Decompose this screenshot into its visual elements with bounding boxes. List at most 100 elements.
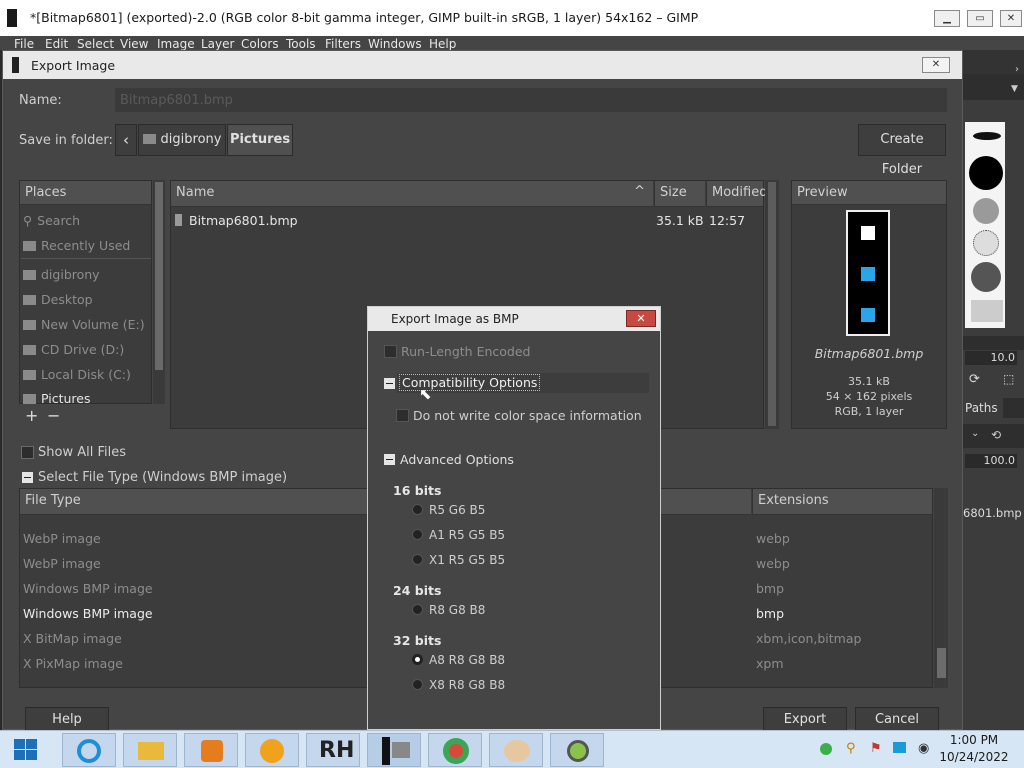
no-color-space-label[interactable]: Do not write color space information: [413, 408, 642, 423]
place-pictures[interactable]: Pictures: [23, 391, 91, 406]
run-length-label[interactable]: Run-Length Encoded: [401, 344, 530, 359]
menu-view[interactable]: View: [120, 37, 148, 51]
color-app-icon[interactable]: [550, 733, 604, 767]
create-folder-button[interactable]: Create Folder: [858, 124, 946, 177]
filetype-row[interactable]: Windows BMP image: [23, 581, 153, 596]
filetype-scrollbar[interactable]: [934, 488, 948, 688]
export-dialog-close-button[interactable]: ✕: [922, 57, 950, 73]
start-button[interactable]: [14, 739, 38, 761]
expander-minus-icon[interactable]: [22, 472, 33, 483]
refresh-icon[interactable]: ⬚: [1003, 372, 1014, 386]
expander-minus-icon[interactable]: [384, 454, 395, 465]
radio-x1r5g5b5[interactable]: [412, 554, 423, 565]
radio-r8g8b8-label[interactable]: R8 G8 B8: [429, 603, 485, 617]
maximize-button[interactable]: ▭: [967, 10, 993, 27]
search-tray-icon[interactable]: ⚲: [846, 741, 856, 756]
chevron-down-icon[interactable]: ⌄: [971, 428, 979, 439]
remove-bookmark-icon[interactable]: −: [47, 406, 60, 425]
radio-r5g6b5-label[interactable]: R5 G6 B5: [429, 503, 485, 517]
filetype-row[interactable]: X PixMap image: [23, 656, 123, 671]
back-arrow-button[interactable]: ‹: [115, 124, 137, 156]
menu-edit[interactable]: Edit: [45, 37, 68, 51]
media-player-icon[interactable]: [184, 733, 238, 767]
expander-minus-icon[interactable]: [384, 378, 395, 389]
export-button[interactable]: Export: [763, 707, 847, 731]
place-desktop[interactable]: Desktop: [23, 292, 93, 307]
filetype-row[interactable]: WebP image: [23, 556, 101, 571]
menu-file[interactable]: File: [14, 37, 34, 51]
drive-icon: [23, 370, 36, 380]
places-scrollbar[interactable]: [153, 180, 165, 404]
help-button[interactable]: Help: [25, 707, 109, 731]
filetype-row[interactable]: WebP image: [23, 531, 101, 546]
chevron-down-icon[interactable]: ▼: [1011, 84, 1018, 94]
resource-hacker-icon[interactable]: RH: [306, 733, 360, 767]
run-length-checkbox[interactable]: [384, 345, 397, 358]
file-row[interactable]: Bitmap6801.bmp: [175, 213, 298, 228]
search-icon: ⚲: [23, 213, 33, 228]
radio-x1r5g5b5-label[interactable]: X1 R5 G5 B5: [429, 553, 505, 567]
file-explorer-icon[interactable]: [123, 733, 177, 767]
menu-select[interactable]: Select: [77, 37, 114, 51]
files-col-name[interactable]: Name ^: [171, 181, 653, 207]
bmp-dialog-close-button[interactable]: ✕: [626, 310, 656, 327]
filetype-row-selected[interactable]: Windows BMP image: [23, 606, 153, 621]
clock-date[interactable]: 10/24/2022: [930, 750, 1018, 764]
radio-r5g6b5[interactable]: [412, 504, 423, 515]
place-local-disk[interactable]: Local Disk (C:): [23, 367, 131, 382]
cancel-button[interactable]: Cancel: [855, 707, 939, 731]
spacing-value[interactable]: 10.0: [965, 351, 1017, 365]
rotate-icon[interactable]: ⟲: [991, 428, 1001, 442]
filename-input[interactable]: Bitmap6801.bmp: [115, 88, 947, 112]
add-bookmark-icon[interactable]: +: [25, 406, 38, 425]
security-tray-icon[interactable]: [820, 743, 832, 755]
internet-explorer-icon[interactable]: [62, 733, 116, 767]
image-name[interactable]: 6801.bmp: [963, 506, 1022, 520]
radio-a8r8g8b8[interactable]: [412, 654, 423, 665]
media-app-icon[interactable]: [245, 733, 299, 767]
crumb-pictures[interactable]: Pictures: [227, 124, 293, 156]
filetype-row[interactable]: X BitMap image: [23, 631, 122, 646]
menu-filters[interactable]: Filters: [325, 37, 361, 51]
menu-image[interactable]: Image: [157, 37, 195, 51]
network-tray-icon[interactable]: [893, 742, 906, 753]
filetype-col-ext[interactable]: Extensions: [752, 489, 932, 515]
radio-x8r8g8b8[interactable]: [412, 679, 423, 690]
radio-x8r8g8b8-label[interactable]: X8 R8 G8 B8: [429, 678, 505, 692]
close-button[interactable]: ✕: [1000, 10, 1022, 27]
radio-r8g8b8[interactable]: [412, 604, 423, 615]
flag-tray-icon[interactable]: ⚑: [870, 741, 882, 756]
reset-icon[interactable]: ⟳: [969, 372, 980, 387]
menu-help[interactable]: Help: [429, 37, 456, 51]
place-digibrony[interactable]: digibrony: [23, 267, 100, 282]
menu-layer[interactable]: Layer: [201, 37, 234, 51]
tab-paths[interactable]: Paths: [963, 398, 1003, 418]
radio-a1r5g5b5[interactable]: [412, 529, 423, 540]
chrome-icon[interactable]: [428, 733, 482, 767]
radio-a8r8g8b8-label[interactable]: A8 R8 G8 B8: [429, 653, 505, 667]
advanced-options-expander[interactable]: Advanced Options: [400, 452, 514, 467]
clock-time[interactable]: 1:00 PM: [930, 733, 1018, 747]
radio-a1r5g5b5-label[interactable]: A1 R5 G5 B5: [429, 528, 505, 542]
menu-windows[interactable]: Windows: [368, 37, 422, 51]
opacity-value[interactable]: 100.0: [965, 454, 1017, 468]
files-col-size[interactable]: Size: [654, 181, 705, 207]
files-col-modified[interactable]: Modified: [706, 181, 767, 207]
select-file-type-label[interactable]: Select File Type (Windows BMP image): [38, 470, 287, 485]
place-cd-drive[interactable]: CD Drive (D:): [23, 342, 124, 357]
brushes-panel[interactable]: [965, 122, 1005, 328]
volume-tray-icon[interactable]: ◉: [918, 741, 929, 756]
show-all-files-checkbox[interactable]: [21, 446, 34, 459]
crumb-digibrony[interactable]: digibrony: [138, 124, 226, 156]
show-all-files-label[interactable]: Show All Files: [38, 445, 126, 460]
place-recently-used[interactable]: Recently Used: [23, 238, 130, 253]
menu-colors[interactable]: Colors: [241, 37, 279, 51]
menu-tools[interactable]: Tools: [286, 37, 316, 51]
place-search[interactable]: ⚲ Search: [23, 213, 80, 228]
minimize-button[interactable]: ▁: [934, 10, 960, 27]
gimp-taskbar-icon[interactable]: [367, 733, 421, 767]
no-color-space-checkbox[interactable]: [396, 409, 409, 422]
paint-icon[interactable]: [489, 733, 543, 767]
place-new-volume[interactable]: New Volume (E:): [23, 317, 145, 332]
files-scrollbar[interactable]: [765, 180, 779, 429]
